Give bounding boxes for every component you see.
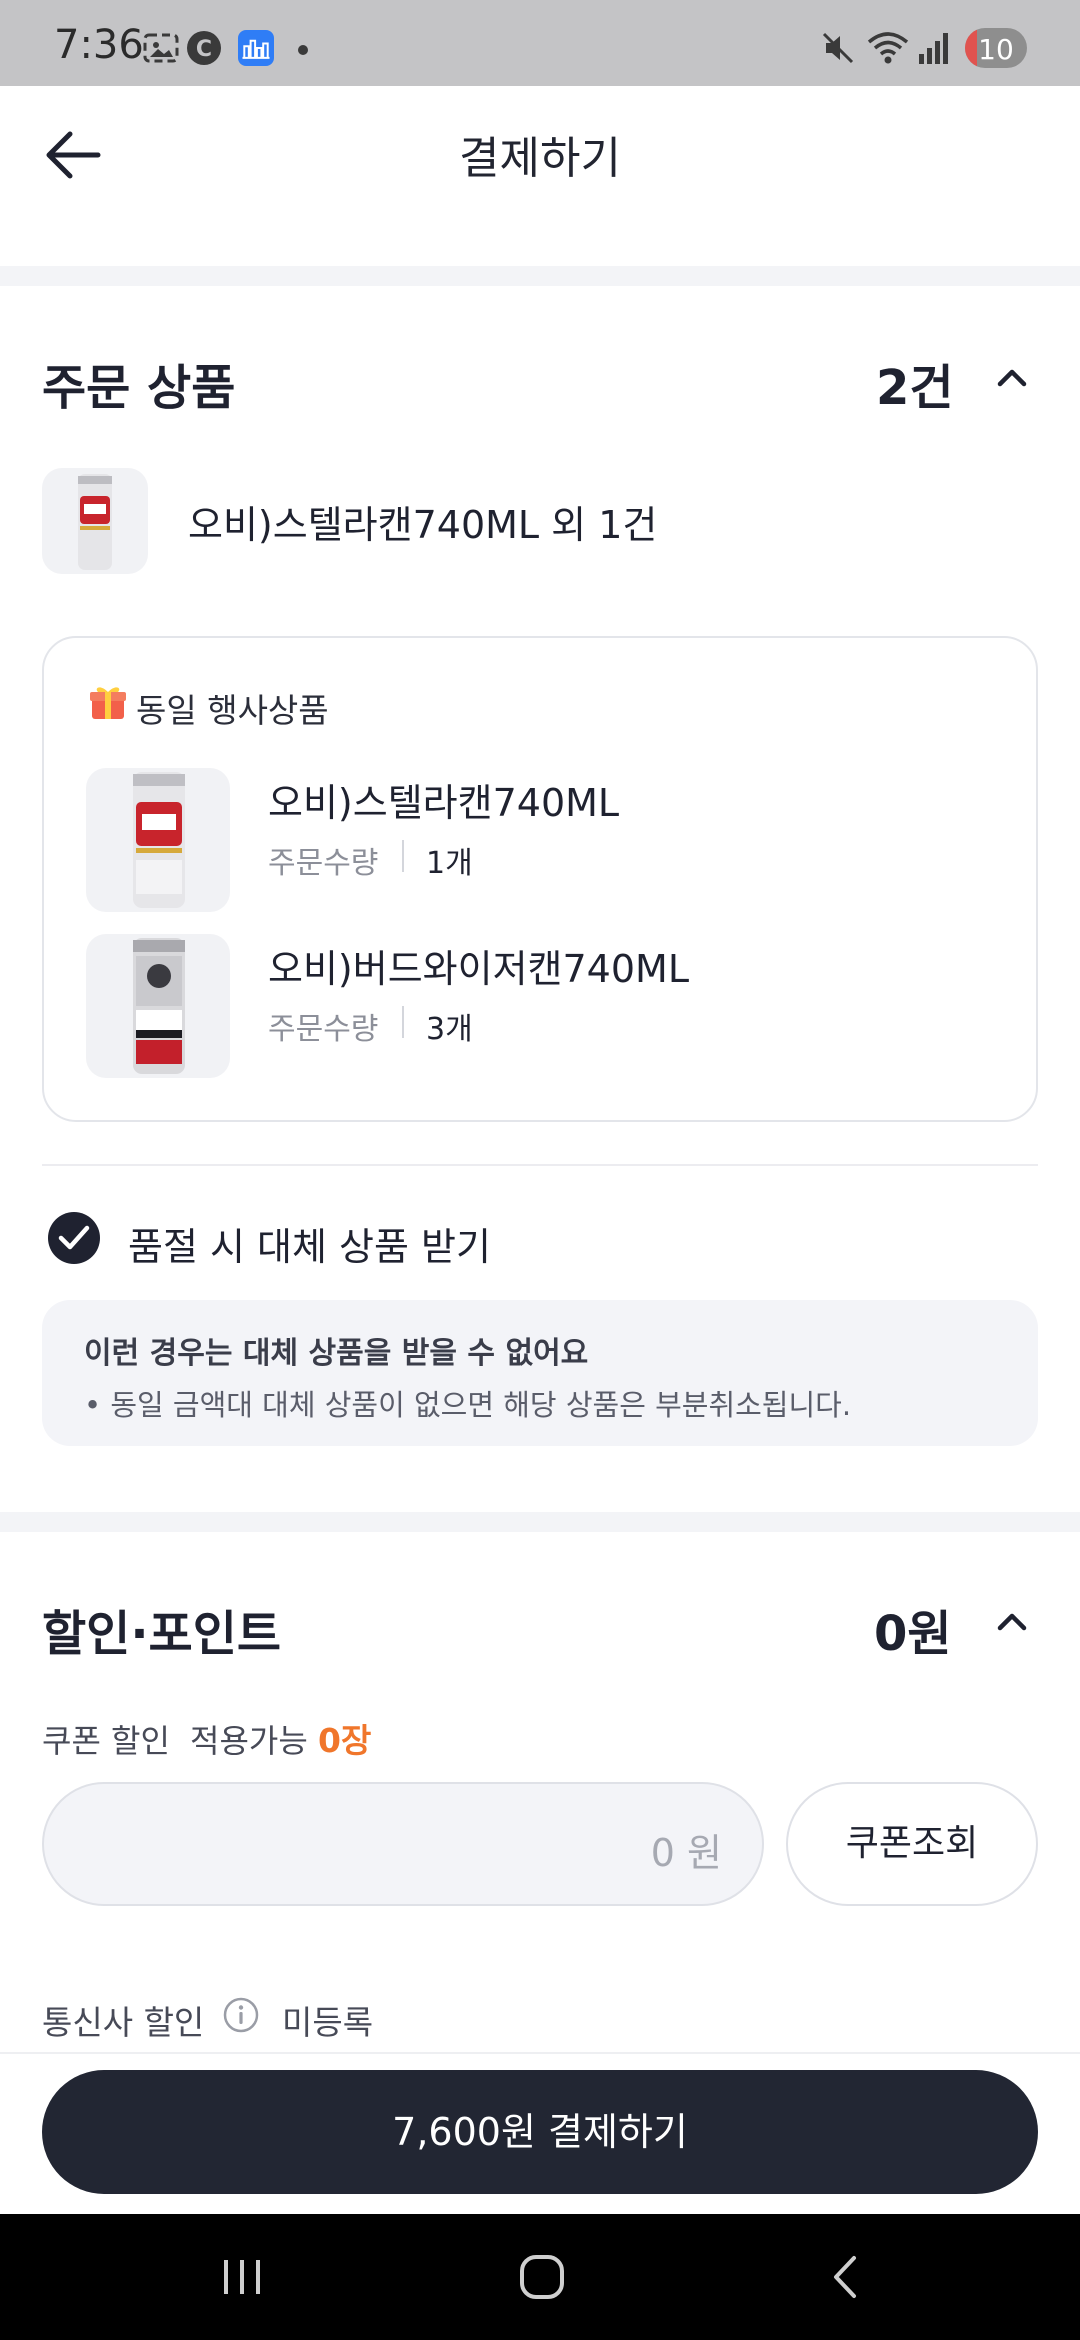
system-nav-bar — [0, 2214, 1080, 2340]
svg-text:C: C — [196, 37, 212, 62]
recent-apps-icon[interactable] — [212, 2252, 272, 2302]
coupon-amount-field[interactable]: 0 원 — [42, 1782, 764, 1906]
coupon-available-label: 적용가능 — [190, 1722, 308, 1760]
app-header: 결제하기 — [0, 86, 1080, 266]
section-divider — [0, 1512, 1080, 1532]
product-thumbnail — [86, 768, 230, 912]
coupon-discount-label: 쿠폰 할인 — [42, 1722, 170, 1760]
quantity-value: 3개 — [426, 1012, 473, 1047]
quantity-label: 주문수량 — [268, 1012, 379, 1047]
coupon-amount-value: 0 원 — [650, 1831, 722, 1875]
mute-icon — [822, 32, 854, 64]
battery-icon: 10 — [965, 28, 1027, 68]
section-divider — [0, 266, 1080, 286]
divider — [42, 1164, 1038, 1166]
telecom-status: 미등록 — [282, 2003, 374, 2042]
order-summary-thumbnail — [42, 468, 148, 574]
back-nav-icon[interactable] — [816, 2252, 876, 2302]
event-product-card: 동일 행사상품 오비)스텔라캔740ML 주문수량 1개 오비)버드와이저캔74… — [42, 636, 1038, 1122]
chevron-up-icon[interactable] — [990, 356, 1034, 400]
order-summary-text: 오비)스텔라캔740ML 외 1건 — [188, 503, 658, 547]
product-name: 오비)버드와이저캔740ML — [268, 947, 689, 991]
home-icon[interactable] — [512, 2252, 572, 2302]
discount-section-title: 할인·포인트 — [42, 1606, 282, 1662]
chevron-up-icon[interactable] — [990, 1600, 1034, 1644]
battery-level: 10 — [978, 33, 1014, 66]
substitute-label[interactable]: 품절 시 대체 상품 받기 — [128, 1216, 491, 1271]
discount-total: 0원 — [874, 1606, 952, 1662]
event-title: 동일 행사상품 — [136, 691, 329, 730]
c-app-icon: C — [187, 31, 221, 65]
status-time: 7:36 — [54, 22, 144, 68]
checkmark-icon — [58, 1225, 90, 1250]
page-title: 결제하기 — [459, 133, 621, 184]
quantity-separator — [402, 1006, 404, 1038]
wifi-icon — [867, 32, 909, 64]
product-thumbnail — [86, 934, 230, 1078]
coupon-lookup-button[interactable]: 쿠폰조회 — [786, 1782, 1038, 1906]
quantity-value: 1개 — [426, 846, 473, 881]
telecom-discount-label: 통신사 할인 — [42, 2003, 205, 2042]
pay-button[interactable]: 7,600원 결제하기 — [42, 2070, 1038, 2194]
notice-title: 이런 경우는 대체 상품을 받을 수 없어요 — [84, 1336, 589, 1371]
product-name: 오비)스텔라캔740ML — [268, 781, 620, 825]
status-bar: 7:36 C 10 — [0, 0, 1080, 86]
coupon-count: 0장 — [318, 1721, 372, 1760]
order-section-title: 주문 상품 — [42, 360, 236, 416]
notice-body: • 동일 금액대 대체 상품이 없으면 해당 상품은 부분취소됩니다. — [84, 1388, 852, 1422]
budweiser-can-image — [133, 938, 185, 1074]
substitute-checkbox[interactable] — [48, 1212, 100, 1264]
quantity-separator — [402, 840, 404, 872]
info-icon[interactable] — [222, 1996, 260, 2034]
stella-can-image — [78, 474, 112, 570]
quantity-label: 주문수량 — [268, 846, 379, 881]
signal-icon — [919, 33, 948, 64]
stella-can-image — [133, 772, 185, 908]
order-count: 2건 — [876, 360, 954, 416]
screenshot-icon — [143, 33, 179, 63]
notification-dot-icon — [298, 45, 308, 55]
gift-icon — [90, 687, 126, 719]
substitute-notice: 이런 경우는 대체 상품을 받을 수 없어요 • 동일 금액대 대체 상품이 없… — [42, 1300, 1038, 1446]
cityscape-app-icon — [238, 30, 274, 66]
